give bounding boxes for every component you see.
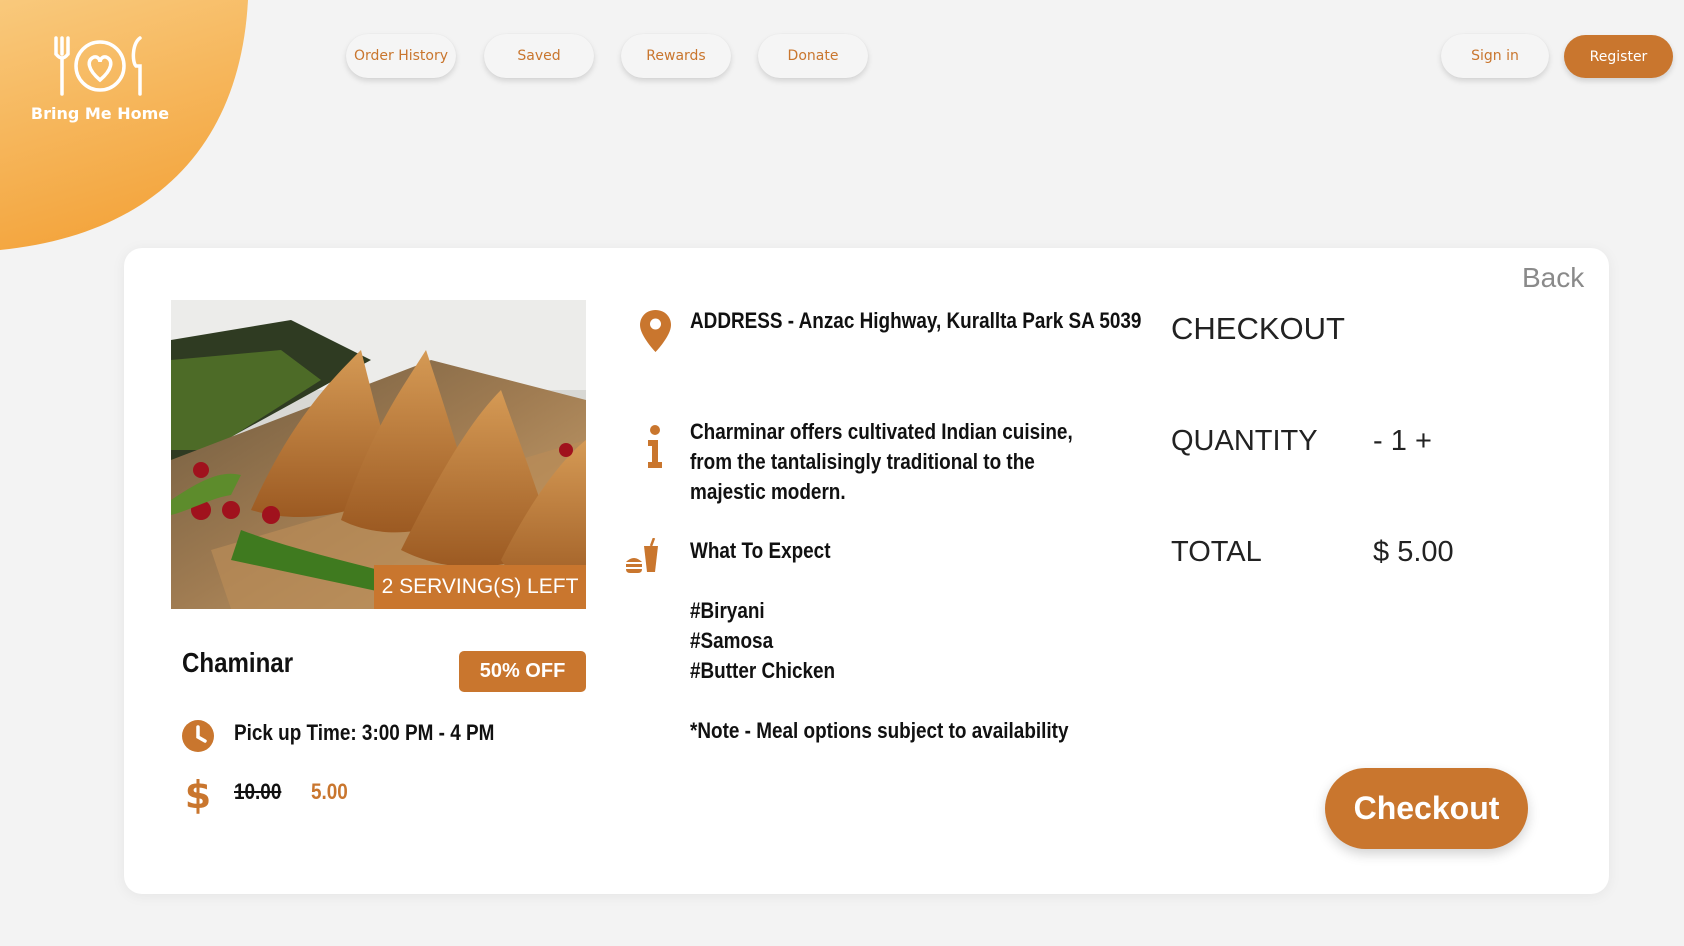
map-pin-icon [640, 310, 671, 352]
availability-note: *Note - Meal options subject to availabi… [690, 718, 1069, 743]
quantity-label: QUANTITY [1171, 425, 1318, 457]
sign-in-button[interactable]: Sign in [1441, 34, 1549, 78]
discount-badge: 50% OFF [459, 651, 586, 692]
brand-name[interactable]: Bring Me Home [30, 104, 170, 123]
tag-item: #Butter Chicken [690, 658, 836, 683]
nav-donate[interactable]: Donate [758, 34, 868, 78]
what-to-expect-title: What To Expect [690, 538, 831, 563]
increment-button[interactable]: + [1415, 425, 1432, 457]
info-icon [648, 425, 662, 468]
nav-order-history[interactable]: Order History [346, 34, 456, 78]
total-value: $ 5.00 [1373, 536, 1454, 569]
register-button[interactable]: Register [1564, 35, 1673, 78]
back-link[interactable]: Back [1522, 262, 1584, 294]
restaurant-name: Chaminar [182, 647, 294, 678]
servings-left-badge: 2 SERVING(S) LEFT [374, 565, 586, 609]
nav-saved[interactable]: Saved [484, 34, 594, 78]
fork-knife-heart-logo-icon[interactable] [52, 36, 148, 98]
pickup-time: Pick up Time: 3:00 PM - 4 PM [234, 720, 495, 745]
checkout-button[interactable]: Checkout [1325, 768, 1528, 849]
food-drink-icon [626, 538, 658, 573]
checkout-title: CHECKOUT [1171, 311, 1345, 346]
nav-rewards[interactable]: Rewards [621, 34, 731, 78]
quantity-stepper: - 1 + [1373, 425, 1432, 458]
clock-icon [182, 720, 214, 752]
restaurant-description: Charminar offers cultivated Indian cuisi… [690, 419, 1073, 504]
tag-item: #Biryani [690, 598, 765, 623]
quantity-value: 1 [1390, 425, 1407, 457]
decrement-button[interactable]: - [1373, 425, 1383, 457]
total-amount: 5.00 [1397, 536, 1454, 568]
tag-item: #Samosa [690, 628, 774, 653]
discounted-price: 5.00 [311, 779, 348, 804]
currency-symbol: $ [1373, 536, 1390, 568]
original-price: 10.00 [234, 779, 282, 804]
address: ADDRESS - Anzac Highway, Kurallta Park S… [690, 308, 1142, 333]
svg-text:$: $ [185, 774, 211, 814]
dollar-icon: $ [185, 774, 211, 814]
total-label: TOTAL [1171, 536, 1262, 568]
food-image [171, 300, 586, 609]
